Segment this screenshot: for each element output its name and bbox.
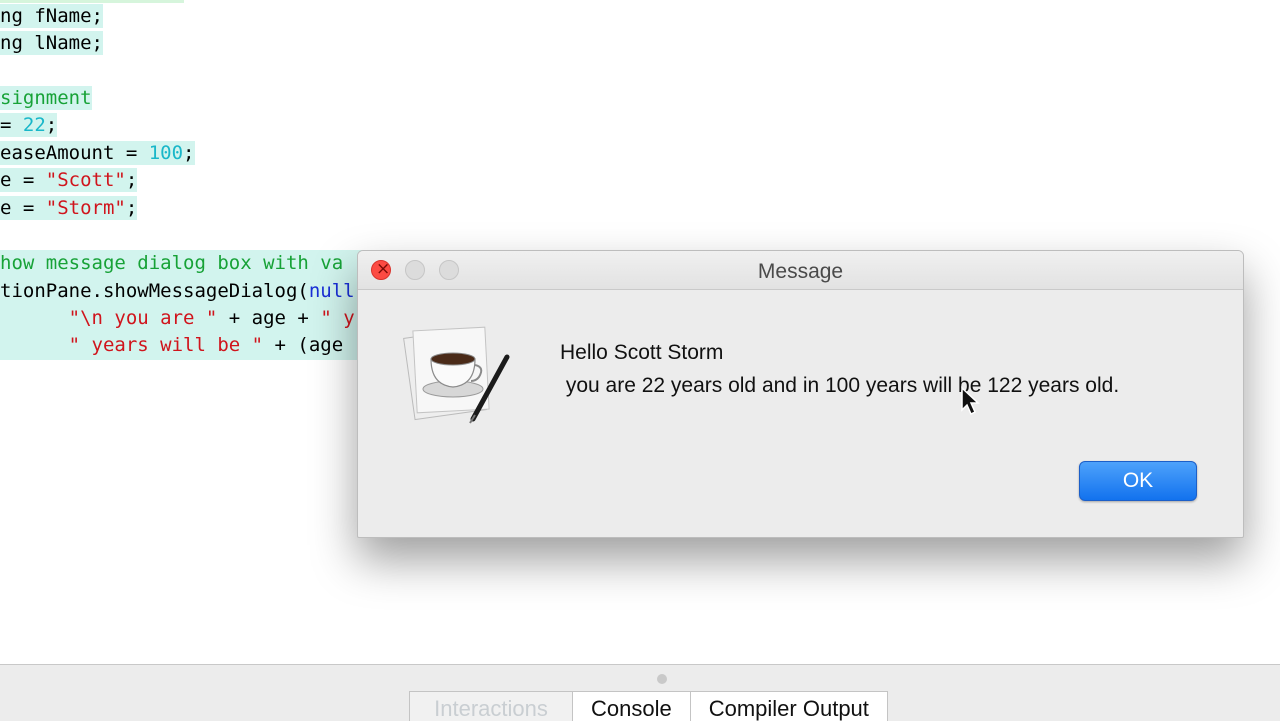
code-line[interactable]: = 22;: [0, 113, 58, 137]
code-line[interactable]: " years will be " + (age: [0, 333, 344, 357]
message-line: you are 22 years old and in 100 years wi…: [560, 374, 1120, 397]
mouse-pointer-icon: [961, 386, 980, 416]
code-token: " y: [320, 307, 355, 329]
code-token: how message dialog box with va: [0, 252, 344, 274]
ok-button[interactable]: OK: [1079, 461, 1197, 501]
code-token: ;: [125, 197, 138, 219]
message-line: Hello Scott Storm: [560, 341, 724, 364]
code-line[interactable]: how message dialog box with va: [0, 251, 343, 275]
code-line[interactable]: e = "Scott";: [0, 168, 138, 192]
code-token: ;: [125, 169, 138, 191]
code-token: " years will be ": [68, 334, 264, 356]
bottom-tabs: Interactions Console Compiler Output: [409, 691, 888, 721]
dialog-titlebar[interactable]: Message: [358, 251, 1243, 290]
code-token: + (age: [263, 334, 344, 356]
selection-highlight: [0, 0, 184, 3]
code-token: "Storm": [45, 197, 126, 219]
message-dialog: Message Hello Scott Storm you are 22 yea…: [357, 250, 1244, 538]
code-token: ;: [183, 142, 195, 164]
code-token: e =: [0, 197, 46, 219]
java-coffee-cup-icon: [403, 326, 510, 424]
code-token: =: [0, 114, 23, 136]
code-token: 22: [22, 114, 46, 136]
code-token: ng fName;: [0, 5, 103, 27]
code-token: ng lName;: [0, 32, 103, 54]
code-line[interactable]: tionPane.showMessageDialog(null: [0, 279, 355, 303]
code-line[interactable]: "\n you are " + age + " y: [0, 306, 355, 330]
code-token: 100: [148, 142, 184, 164]
code-token: tionPane.showMessageDialog(: [0, 280, 309, 302]
code-line[interactable]: signment: [0, 86, 92, 110]
code-line[interactable]: easeAmount = 100;: [0, 141, 195, 165]
tab-interactions[interactable]: Interactions: [409, 691, 573, 721]
code-token: null: [308, 280, 355, 302]
code-line[interactable]: e = "Storm";: [0, 196, 138, 220]
code-token: e =: [0, 169, 46, 191]
code-token: "Scott": [45, 169, 126, 191]
code-token: easeAmount =: [0, 142, 149, 164]
code-token: + age +: [217, 307, 321, 329]
code-token: ;: [45, 114, 58, 136]
code-line[interactable]: ng fName;: [0, 4, 103, 28]
code-token: "\n you are ": [68, 307, 218, 329]
code-line[interactable]: ng lName;: [0, 31, 103, 55]
splitter-handle[interactable]: [657, 674, 667, 684]
tab-compiler-output[interactable]: Compiler Output: [689, 691, 888, 721]
code-token: signment: [0, 87, 92, 109]
dialog-title: Message: [757, 260, 844, 283]
tab-console[interactable]: Console: [572, 691, 691, 721]
bottom-panel: Interactions Console Compiler Output: [0, 664, 1280, 721]
